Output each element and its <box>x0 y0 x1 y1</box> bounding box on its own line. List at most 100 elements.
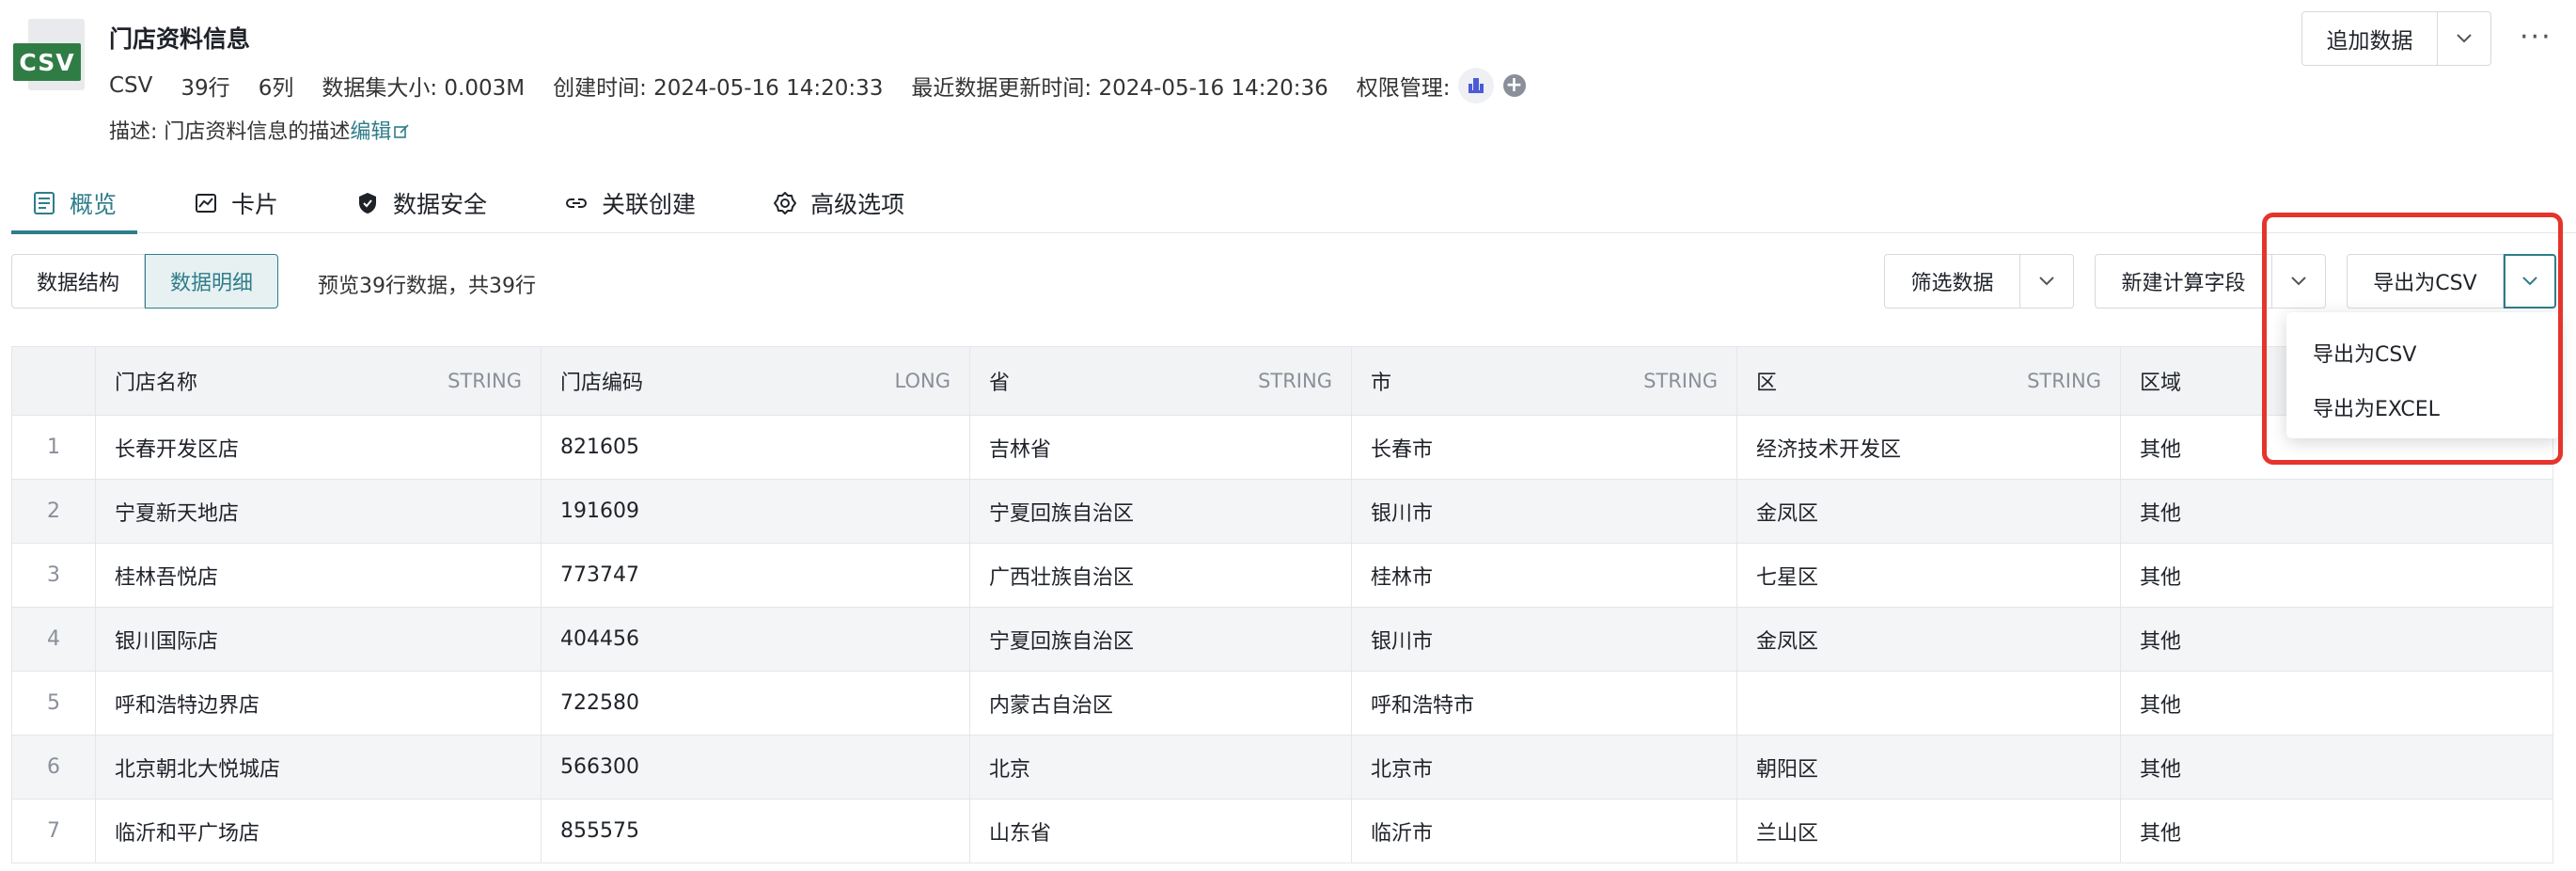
table-cell: 855575 <box>542 800 970 863</box>
table-cell: 银川国际店 <box>96 608 542 671</box>
meta-created: 创建时间: 2024-05-16 14:20:33 <box>553 76 884 101</box>
table-cell: 821605 <box>542 416 970 479</box>
table-cell: 191609 <box>542 480 970 543</box>
table-cell: 广西壮族自治区 <box>970 544 1352 607</box>
column-header[interactable]: 省 STRING <box>970 347 1352 415</box>
table-row[interactable]: 3 桂林吾悦店 773747 广西壮族自治区 桂林市 七星区 其他 <box>11 544 2553 608</box>
row-index: 4 <box>11 608 96 671</box>
row-index: 7 <box>11 800 96 863</box>
row-index: 2 <box>11 480 96 543</box>
table-cell: 404456 <box>542 608 970 671</box>
new-calc-field-dropdown[interactable]: 新建计算字段 <box>2095 254 2326 309</box>
permission-avatar-icon[interactable] <box>1457 68 1494 103</box>
column-header[interactable]: 门店名称 STRING <box>96 347 542 415</box>
meta-cols: 6列 <box>258 76 294 101</box>
shield-icon <box>359 193 377 214</box>
table-cell: 七星区 <box>1737 544 2121 607</box>
meta-rows: 39行 <box>181 76 230 101</box>
table-row[interactable]: 1 长春开发区店 821605 吉林省 长春市 经济技术开发区 其他 <box>11 416 2553 480</box>
export-csv-button[interactable]: 导出为CSV <box>2348 255 2504 308</box>
table-cell <box>1737 672 2121 735</box>
view-mode-toggle: 数据结构 数据明细 <box>11 254 279 309</box>
column-header[interactable]: 区 STRING <box>1737 347 2121 415</box>
table-cell: 北京 <box>970 736 1352 799</box>
filter-data-button[interactable]: 筛选数据 <box>1885 255 2020 308</box>
data-table: 门店名称 STRING 门店编码 LONG 省 STRING 市 STRING 区 STR… <box>11 346 2553 863</box>
tab-relation-create[interactable]: 关联创建 <box>543 173 716 233</box>
table-row[interactable]: 6 北京朝北大悦城店 566300 北京 北京市 朝阳区 其他 <box>11 736 2553 800</box>
table-cell: 山东省 <box>970 800 1352 863</box>
tab-overview[interactable]: 概览 <box>11 173 138 234</box>
table-cell: 宁夏回族自治区 <box>970 608 1352 671</box>
csv-file-icon: CSV <box>11 17 88 94</box>
table-row[interactable]: 7 临沂和平广场店 855575 山东省 临沂市 兰山区 其他 <box>11 800 2553 863</box>
data-detail-button[interactable]: 数据明细 <box>145 254 279 309</box>
table-cell: 其他 <box>2121 672 2553 735</box>
table-cell: 桂林市 <box>1352 544 1737 607</box>
menu-item-export-csv[interactable]: 导出为CSV <box>2286 325 2559 380</box>
preview-info: 预览39行数据，共39行 <box>318 275 536 298</box>
tab-data-security[interactable]: 数据安全 <box>335 173 508 233</box>
more-options-icon[interactable]: ··· <box>2520 21 2552 54</box>
edit-icon[interactable] <box>393 123 410 140</box>
table-cell: 桂林吾悦店 <box>96 544 542 607</box>
table-cell: 朝阳区 <box>1737 736 2121 799</box>
table-cell: 其他 <box>2121 480 2553 543</box>
tab-advanced-options[interactable]: 高级选项 <box>752 173 925 233</box>
new-calc-field-button[interactable]: 新建计算字段 <box>2096 255 2272 308</box>
link-icon <box>566 198 588 208</box>
row-index: 6 <box>11 736 96 799</box>
add-data-dropdown[interactable]: 追加数据 <box>2301 11 2491 66</box>
table-row[interactable]: 5 呼和浩特边界店 722580 内蒙古自治区 呼和浩特市 其他 <box>11 672 2553 736</box>
table-cell: 经济技术开发区 <box>1737 416 2121 479</box>
tab-card[interactable]: 卡片 <box>173 173 299 233</box>
table-cell: 长春开发区店 <box>96 416 542 479</box>
table-header-row: 门店名称 STRING 门店编码 LONG 省 STRING 市 STRING 区 STR… <box>11 346 2553 416</box>
column-header[interactable]: 市 STRING <box>1352 347 1737 415</box>
calc-chevron-down-icon[interactable] <box>2272 255 2325 308</box>
table-cell: 临沂市 <box>1352 800 1737 863</box>
table-cell: 其他 <box>2121 800 2553 863</box>
table-cell: 呼和浩特市 <box>1352 672 1737 735</box>
dataset-meta: CSV 39行 6列 数据集大小: 0.003M 创建时间: 2024-05-1… <box>109 68 1526 103</box>
table-cell: 宁夏回族自治区 <box>970 480 1352 543</box>
export-dropdown[interactable]: 导出为CSV <box>2347 254 2556 309</box>
row-index: 3 <box>11 544 96 607</box>
table-cell: 长春市 <box>1352 416 1737 479</box>
table-cell: 呼和浩特边界店 <box>96 672 542 735</box>
filter-data-dropdown[interactable]: 筛选数据 <box>1884 254 2074 309</box>
table-cell: 金凤区 <box>1737 480 2121 543</box>
menu-item-export-excel[interactable]: 导出为EXCEL <box>2286 380 2559 435</box>
add-permission-icon[interactable]: + <box>1502 74 1526 97</box>
csv-badge: CSV <box>13 43 81 81</box>
column-header[interactable]: 门店编码 LONG <box>542 347 970 415</box>
table-row[interactable]: 2 宁夏新天地店 191609 宁夏回族自治区 银川市 金凤区 其他 <box>11 480 2553 544</box>
table-cell: 吉林省 <box>970 416 1352 479</box>
dataset-title: 门店资料信息 <box>109 25 251 53</box>
table-cell: 银川市 <box>1352 480 1737 543</box>
table-cell: 其他 <box>2121 736 2553 799</box>
table-cell: 其他 <box>2121 608 2553 671</box>
meta-permission-label: 权限管理: <box>1356 76 1451 101</box>
meta-size: 数据集大小: 0.003M <box>322 76 526 101</box>
add-data-chevron-icon[interactable] <box>2438 12 2490 65</box>
table-cell: 其他 <box>2121 544 2553 607</box>
export-chevron-down-icon[interactable] <box>2504 254 2556 309</box>
overview-icon <box>34 192 55 214</box>
table-cell: 银川市 <box>1352 608 1737 671</box>
table-cell: 金凤区 <box>1737 608 2121 671</box>
row-index: 5 <box>11 672 96 735</box>
row-index: 1 <box>11 416 96 479</box>
table-cell: 临沂和平广场店 <box>96 800 542 863</box>
table-cell: 773747 <box>542 544 970 607</box>
table-cell: 722580 <box>542 672 970 735</box>
tab-bar: 概览 卡片 数据安全 关联创建 高级选项 <box>11 173 2576 234</box>
gear-icon <box>774 192 797 214</box>
add-data-button[interactable]: 追加数据 <box>2302 12 2438 65</box>
table-cell: 北京市 <box>1352 736 1737 799</box>
data-structure-button[interactable]: 数据结构 <box>11 254 146 309</box>
meta-format: CSV <box>109 73 153 98</box>
table-row[interactable]: 4 银川国际店 404456 宁夏回族自治区 银川市 金凤区 其他 <box>11 608 2553 672</box>
filter-chevron-down-icon[interactable] <box>2020 255 2073 308</box>
edit-description-link[interactable]: 编辑 <box>350 120 391 144</box>
